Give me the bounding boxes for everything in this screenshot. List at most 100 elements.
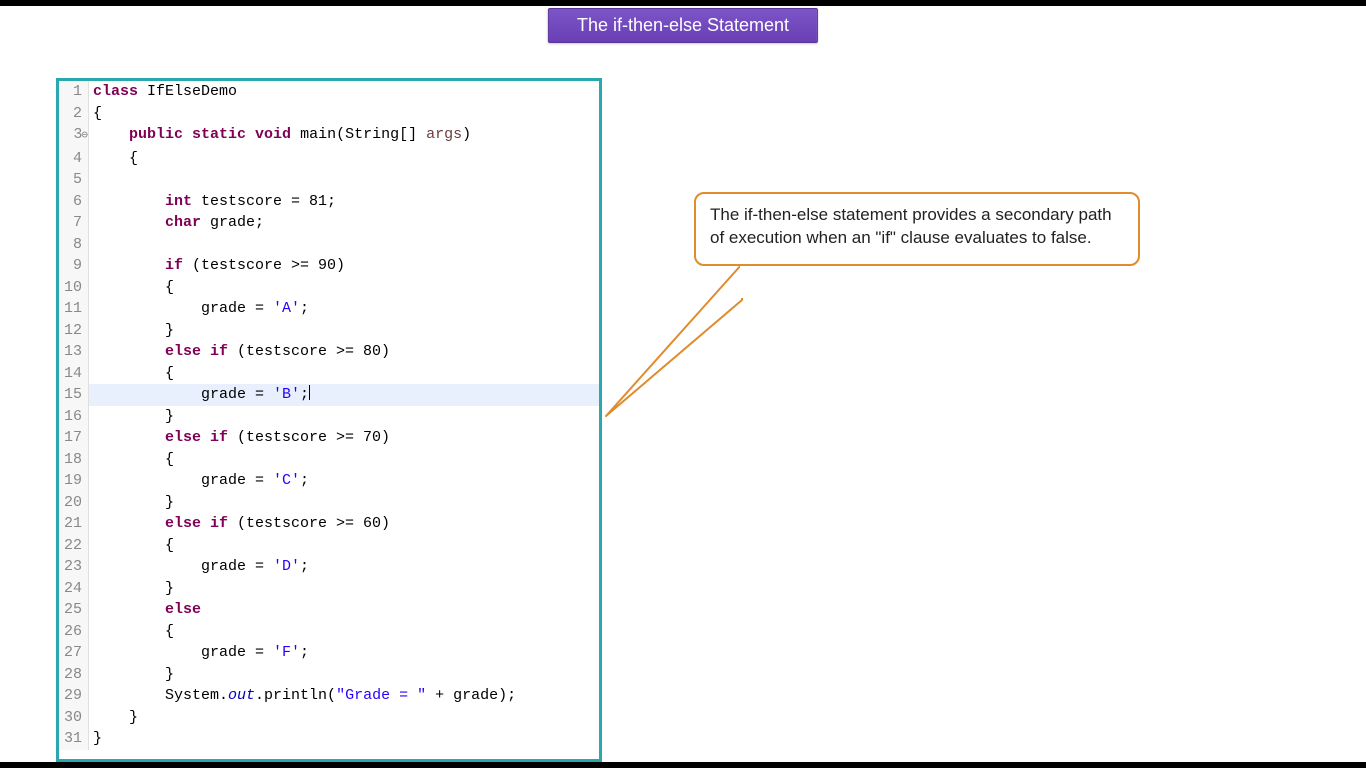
callout-connector xyxy=(594,256,744,426)
code-line: 30 } xyxy=(59,707,599,729)
code-line: 4 { xyxy=(59,148,599,170)
line-number: 7 xyxy=(59,212,89,234)
title-banner: The if-then-else Statement xyxy=(548,8,818,43)
line-number: 23 xyxy=(59,556,89,578)
slide: The if-then-else Statement 1class IfElse… xyxy=(0,6,1366,762)
code-line: 18 { xyxy=(59,449,599,471)
line-number: 11 xyxy=(59,298,89,320)
code-content: { xyxy=(89,103,599,125)
code-content: else if (testscore >= 70) xyxy=(89,427,599,449)
code-content: } xyxy=(89,578,599,600)
line-number: 4 xyxy=(59,148,89,170)
code-content: grade = 'F'; xyxy=(89,642,599,664)
code-line: 26 { xyxy=(59,621,599,643)
code-editor: 1class IfElseDemo2{3⊖ public static void… xyxy=(56,78,602,762)
code-content: } xyxy=(89,406,599,428)
line-number: 15 xyxy=(59,384,89,406)
code-line: 9 if (testscore >= 90) xyxy=(59,255,599,277)
code-line: 21 else if (testscore >= 60) xyxy=(59,513,599,535)
code-content: } xyxy=(89,707,599,729)
line-number: 22 xyxy=(59,535,89,557)
code-content: { xyxy=(89,535,599,557)
code-line: 25 else xyxy=(59,599,599,621)
line-number: 21 xyxy=(59,513,89,535)
line-number: 20 xyxy=(59,492,89,514)
line-number: 24 xyxy=(59,578,89,600)
code-line: 16 } xyxy=(59,406,599,428)
code-line: 7 char grade; xyxy=(59,212,599,234)
code-content: else xyxy=(89,599,599,621)
code-content: System.out.println("Grade = " + grade); xyxy=(89,685,599,707)
code-line: 6 int testscore = 81; xyxy=(59,191,599,213)
code-content: if (testscore >= 90) xyxy=(89,255,599,277)
line-number: 31 xyxy=(59,728,89,750)
code-content: { xyxy=(89,148,599,170)
line-number: 25 xyxy=(59,599,89,621)
code-line: 5 xyxy=(59,169,599,191)
line-number: 17 xyxy=(59,427,89,449)
code-content: grade = 'C'; xyxy=(89,470,599,492)
code-content: { xyxy=(89,449,599,471)
line-number: 13 xyxy=(59,341,89,363)
code-line: 15 grade = 'B'; xyxy=(59,384,599,406)
code-line: 3⊖ public static void main(String[] args… xyxy=(59,124,599,148)
line-number: 5 xyxy=(59,169,89,191)
code-content: else if (testscore >= 60) xyxy=(89,513,599,535)
line-number: 2 xyxy=(59,103,89,125)
callout-text: The if-then-else statement provides a se… xyxy=(710,205,1112,247)
code-line: 27 grade = 'F'; xyxy=(59,642,599,664)
code-line: 2{ xyxy=(59,103,599,125)
code-line: 20 } xyxy=(59,492,599,514)
title-text: The if-then-else Statement xyxy=(577,15,789,35)
code-line: 28 } xyxy=(59,664,599,686)
code-content: } xyxy=(89,664,599,686)
code-line: 8 xyxy=(59,234,599,256)
line-number: 14 xyxy=(59,363,89,385)
code-content: } xyxy=(89,492,599,514)
code-line: 12 } xyxy=(59,320,599,342)
line-number: 19 xyxy=(59,470,89,492)
code-content xyxy=(89,234,599,256)
line-number: 8 xyxy=(59,234,89,256)
code-content: char grade; xyxy=(89,212,599,234)
code-line: 1class IfElseDemo xyxy=(59,81,599,103)
line-number: 1 xyxy=(59,81,89,103)
code-content: { xyxy=(89,363,599,385)
code-line: 23 grade = 'D'; xyxy=(59,556,599,578)
code-content: { xyxy=(89,277,599,299)
code-content: } xyxy=(89,320,599,342)
code-content: grade = 'B'; xyxy=(89,384,599,406)
code-line: 22 { xyxy=(59,535,599,557)
line-number: 26 xyxy=(59,621,89,643)
code-content: grade = 'D'; xyxy=(89,556,599,578)
line-number: 9 xyxy=(59,255,89,277)
code-line: 31} xyxy=(59,728,599,750)
line-number: 10 xyxy=(59,277,89,299)
code-content xyxy=(89,169,599,191)
code-line: 11 grade = 'A'; xyxy=(59,298,599,320)
code-line: 13 else if (testscore >= 80) xyxy=(59,341,599,363)
line-number: 3⊖ xyxy=(59,124,89,148)
code-line: 29 System.out.println("Grade = " + grade… xyxy=(59,685,599,707)
line-number: 12 xyxy=(59,320,89,342)
code-content: { xyxy=(89,621,599,643)
code-content: class IfElseDemo xyxy=(89,81,599,103)
line-number: 29 xyxy=(59,685,89,707)
code-line: 10 { xyxy=(59,277,599,299)
code-line: 24 } xyxy=(59,578,599,600)
line-number: 6 xyxy=(59,191,89,213)
line-number: 18 xyxy=(59,449,89,471)
line-number: 16 xyxy=(59,406,89,428)
line-number: 27 xyxy=(59,642,89,664)
code-content: public static void main(String[] args) xyxy=(89,124,599,148)
line-number: 30 xyxy=(59,707,89,729)
code-line: 17 else if (testscore >= 70) xyxy=(59,427,599,449)
code-content: grade = 'A'; xyxy=(89,298,599,320)
code-content: int testscore = 81; xyxy=(89,191,599,213)
callout-box: The if-then-else statement provides a se… xyxy=(694,192,1140,266)
code-content: } xyxy=(89,728,599,750)
code-line: 19 grade = 'C'; xyxy=(59,470,599,492)
code-content: else if (testscore >= 80) xyxy=(89,341,599,363)
code-line: 14 { xyxy=(59,363,599,385)
line-number: 28 xyxy=(59,664,89,686)
